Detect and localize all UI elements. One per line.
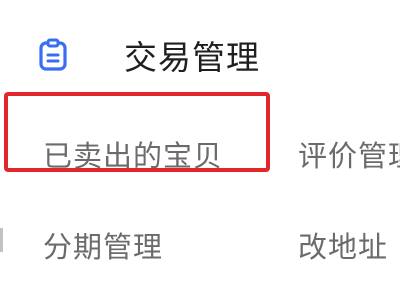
menu-item-installment-management[interactable]: 分期管理 (43, 224, 163, 266)
section-title: 交易管理 (124, 38, 260, 77)
menu-item-sold-items[interactable]: 已卖出的宝贝 (43, 133, 223, 175)
clipped-edge-glyph (0, 228, 3, 252)
menu-item-review-management[interactable]: 评价管理 (298, 133, 400, 175)
menu-item-change-address[interactable]: 改地址 (298, 224, 388, 266)
clipboard-icon (38, 38, 68, 72)
transaction-management-panel: 交易管理 已卖出的宝贝 评价管理 分期管理 改地址 (0, 0, 400, 300)
section-header: 交易管理 (38, 32, 260, 78)
